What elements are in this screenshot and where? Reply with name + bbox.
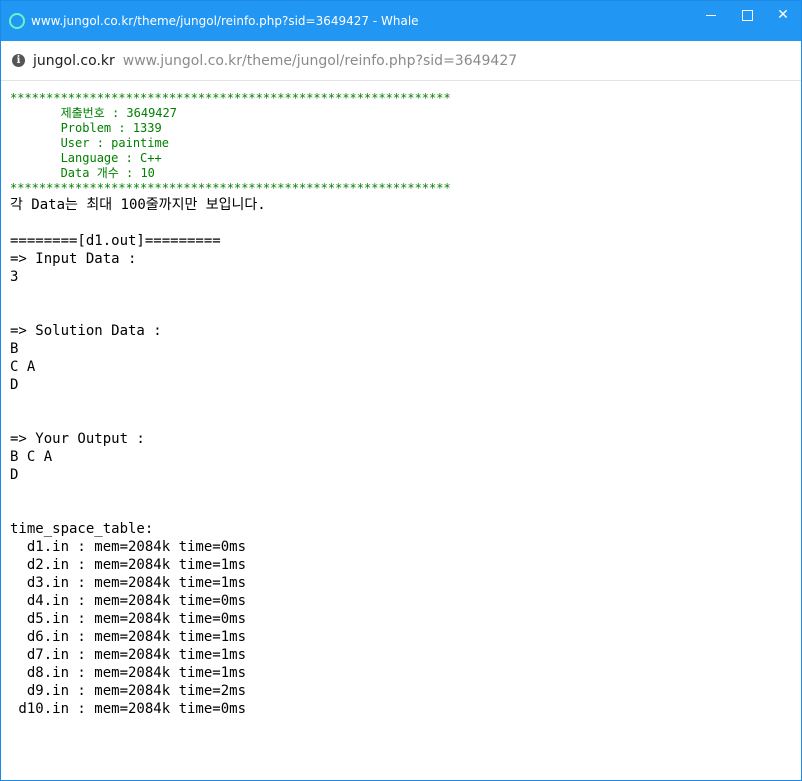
- data-count: Data 개수 : 10: [10, 166, 155, 180]
- stars-top: ****************************************…: [10, 91, 451, 105]
- table-row: d6.in : mem=2084k time=1ms: [10, 629, 247, 645]
- table-label: time_space_table:: [10, 521, 154, 537]
- page-content: ****************************************…: [1, 81, 801, 728]
- table-row: d7.in : mem=2084k time=1ms: [10, 647, 247, 663]
- output-label: => Your Output :: [10, 431, 145, 447]
- output-line: D: [10, 467, 19, 483]
- input-label: => Input Data :: [10, 251, 137, 267]
- submission-number: 제출번호 : 3649427: [10, 106, 177, 120]
- table-row: d10.in : mem=2084k time=0ms: [10, 701, 247, 717]
- address-url[interactable]: www.jungol.co.kr/theme/jungol/reinfo.php…: [123, 53, 517, 69]
- solution-line: C A: [10, 359, 36, 375]
- address-bar[interactable]: i jungol.co.kr www.jungol.co.kr/theme/ju…: [1, 41, 801, 81]
- title-bar: www.jungol.co.kr/theme/jungol/reinfo.php…: [1, 1, 801, 41]
- close-icon: ✕: [777, 7, 789, 23]
- info-icon[interactable]: i: [12, 54, 25, 67]
- problem-number: Problem : 1339: [10, 121, 162, 135]
- section-header: ========[d1.out]=========: [10, 233, 221, 249]
- note: 각 Data는 최대 100줄까지만 보입니다.: [10, 197, 266, 213]
- solution-line: B: [10, 341, 19, 357]
- stars-bottom: ****************************************…: [10, 181, 451, 195]
- address-domain[interactable]: jungol.co.kr: [33, 53, 115, 69]
- solution-label: => Solution Data :: [10, 323, 162, 339]
- user-name: User : paintime: [10, 136, 169, 150]
- table-row: d3.in : mem=2084k time=1ms: [10, 575, 247, 591]
- table-row: d5.in : mem=2084k time=0ms: [10, 611, 247, 627]
- minimize-icon: [706, 14, 716, 16]
- maximize-icon: [741, 9, 753, 21]
- table-row: d9.in : mem=2084k time=2ms: [10, 683, 247, 699]
- window-title: www.jungol.co.kr/theme/jungol/reinfo.php…: [31, 14, 419, 28]
- input-value: 3: [10, 269, 19, 285]
- maximize-button[interactable]: [729, 1, 765, 29]
- table-row: d4.in : mem=2084k time=0ms: [10, 593, 247, 609]
- table-row: d1.in : mem=2084k time=0ms: [10, 539, 247, 555]
- language: Language : C++: [10, 151, 162, 165]
- solution-line: D: [10, 377, 19, 393]
- output-line: B C A: [10, 449, 53, 465]
- table-row: d2.in : mem=2084k time=1ms: [10, 557, 247, 573]
- close-button[interactable]: ✕: [765, 1, 801, 29]
- browser-window: www.jungol.co.kr/theme/jungol/reinfo.php…: [0, 0, 802, 781]
- minimize-button[interactable]: [693, 1, 729, 29]
- table-row: d8.in : mem=2084k time=1ms: [10, 665, 247, 681]
- whale-app-icon: [9, 13, 25, 29]
